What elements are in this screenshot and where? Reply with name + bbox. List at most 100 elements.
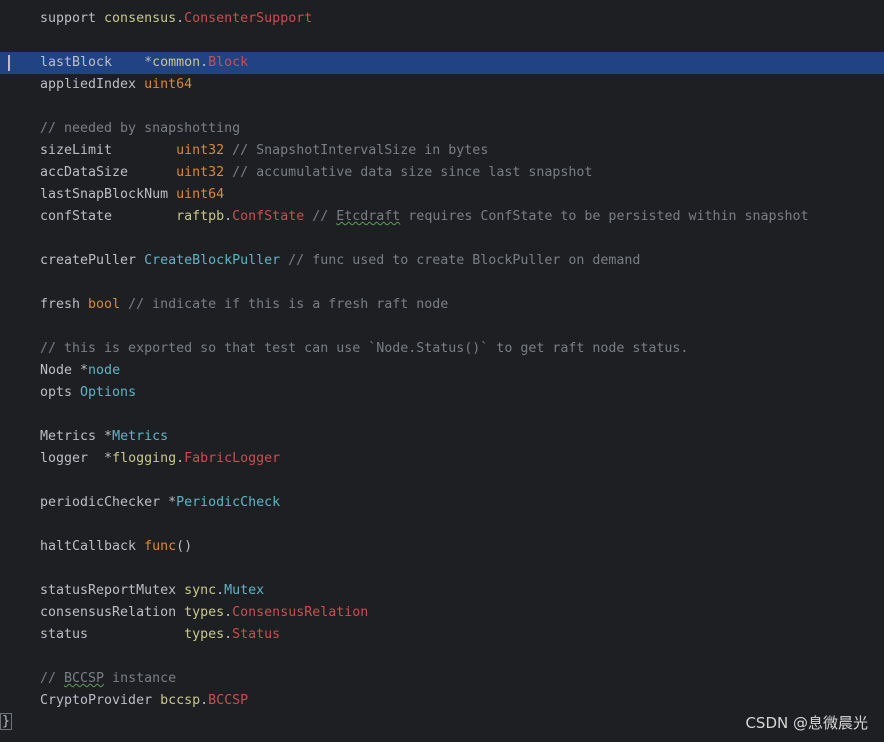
- code-token: BCCSP: [208, 693, 249, 708]
- code-text: support consensus.ConsenterSupport: [40, 8, 312, 30]
- code-token: Mutex: [224, 583, 265, 598]
- code-editor[interactable]: support consensus.ConsenterSupport lastBl…: [0, 0, 884, 742]
- code-line[interactable]: [0, 96, 884, 118]
- code-line[interactable]: status types.Status: [0, 624, 884, 646]
- code-token: .: [216, 583, 225, 598]
- code-line[interactable]: haltCallback func(): [0, 536, 884, 558]
- code-token: uint64: [144, 77, 193, 92]
- code-token: //: [304, 209, 337, 224]
- code-token: sync: [184, 583, 217, 598]
- code-line[interactable]: [0, 30, 884, 52]
- code-text: // BCCSP instance: [40, 668, 176, 690]
- code-line[interactable]: // needed by snapshotting: [0, 118, 884, 140]
- code-token: *: [104, 451, 113, 466]
- code-text: appliedIndex uint64: [40, 74, 192, 96]
- code-text: createPuller CreateBlockPuller // func u…: [40, 250, 640, 272]
- code-token: Node: [40, 363, 81, 378]
- code-text: consensusRelation types.ConsensusRelatio…: [40, 602, 368, 624]
- code-token: types: [184, 605, 225, 620]
- code-line[interactable]: logger *flogging.FabricLogger: [0, 448, 884, 470]
- code-token: // func used to create BlockPuller on de…: [280, 253, 641, 268]
- code-line[interactable]: lastBlock *common.Block: [0, 52, 884, 74]
- code-token: BCCSP: [64, 671, 105, 686]
- code-line[interactable]: statusReportMutex sync.Mutex: [0, 580, 884, 602]
- code-line[interactable]: periodicChecker *PeriodicCheck: [0, 492, 884, 514]
- code-text: // needed by snapshotting: [40, 118, 240, 140]
- code-token: opts: [40, 385, 81, 400]
- code-text: lastBlock *common.Block: [40, 52, 248, 74]
- code-text: opts Options: [40, 382, 136, 404]
- code-token: Metrics: [112, 429, 169, 444]
- code-token: raftpb: [176, 209, 225, 224]
- code-text: fresh bool // indicate if this is a fres…: [40, 294, 448, 316]
- code-line[interactable]: [0, 558, 884, 580]
- code-token: accDataSize: [40, 165, 177, 180]
- code-token: uint32: [176, 143, 225, 158]
- code-token: uint64: [176, 187, 225, 202]
- code-line[interactable]: [0, 514, 884, 536]
- code-line[interactable]: Metrics *Metrics: [0, 426, 884, 448]
- code-token: *: [168, 495, 177, 510]
- code-token: sizeLimit: [40, 143, 177, 158]
- code-token: consensusRelation: [40, 605, 185, 620]
- code-token: // needed by snapshotting: [40, 121, 241, 136]
- code-line[interactable]: Node *node: [0, 360, 884, 382]
- code-token: common: [152, 55, 201, 70]
- code-token: Status: [232, 627, 281, 642]
- closing-brace: }: [0, 711, 13, 733]
- code-line[interactable]: // this is exported so that test can use…: [0, 338, 884, 360]
- code-line[interactable]: support consensus.ConsenterSupport: [0, 8, 884, 30]
- code-token: appliedIndex: [40, 77, 145, 92]
- code-line[interactable]: consensusRelation types.ConsensusRelatio…: [0, 602, 884, 624]
- code-token: *: [80, 363, 89, 378]
- code-line[interactable]: sizeLimit uint32 // SnapshotIntervalSize…: [0, 140, 884, 162]
- code-token: periodicChecker: [40, 495, 169, 510]
- code-token: support: [40, 11, 105, 26]
- code-line[interactable]: [0, 404, 884, 426]
- code-line[interactable]: lastSnapBlockNum uint64: [0, 184, 884, 206]
- code-token: // indicate if this is a fresh raft node: [120, 297, 449, 312]
- code-line[interactable]: [0, 470, 884, 492]
- code-line[interactable]: appliedIndex uint64: [0, 74, 884, 96]
- code-token: .: [176, 11, 185, 26]
- code-text: periodicChecker *PeriodicCheck: [40, 492, 280, 514]
- code-token: haltCallback: [40, 539, 145, 554]
- code-line[interactable]: confState raftpb.ConfState // Etcdraft r…: [0, 206, 884, 228]
- code-token: statusReportMutex: [40, 583, 185, 598]
- code-token: Options: [80, 385, 137, 400]
- closing-brace-char: }: [0, 713, 13, 730]
- code-line[interactable]: [0, 646, 884, 668]
- code-line[interactable]: [0, 272, 884, 294]
- code-token: (): [176, 539, 193, 554]
- code-token: // this is exported so that test can use…: [40, 341, 689, 356]
- code-line[interactable]: [0, 228, 884, 250]
- code-token: ConsensusRelation: [232, 605, 369, 620]
- code-token: createPuller: [40, 253, 145, 268]
- code-token: status: [40, 627, 185, 642]
- code-line[interactable]: CryptoProvider bccsp.BCCSP: [0, 690, 884, 712]
- code-text: confState raftpb.ConfState // Etcdraft r…: [40, 206, 809, 228]
- code-token: func: [144, 539, 177, 554]
- code-token: lastSnapBlockNum: [40, 187, 177, 202]
- code-text: accDataSize uint32 // accumulative data …: [40, 162, 592, 184]
- text-caret: [8, 55, 10, 71]
- code-line[interactable]: opts Options: [0, 382, 884, 404]
- watermark: CSDN @息微晨光: [745, 714, 868, 732]
- code-token: uint32: [176, 165, 225, 180]
- code-text: sizeLimit uint32 // SnapshotIntervalSize…: [40, 140, 488, 162]
- code-line[interactable]: createPuller CreateBlockPuller // func u…: [0, 250, 884, 272]
- code-line[interactable]: accDataSize uint32 // accumulative data …: [0, 162, 884, 184]
- code-text: haltCallback func(): [40, 536, 192, 558]
- code-token: CreateBlockPuller: [144, 253, 281, 268]
- code-line[interactable]: [0, 316, 884, 338]
- code-token: Block: [208, 55, 249, 70]
- code-token: Metrics: [40, 429, 105, 444]
- code-line[interactable]: fresh bool // indicate if this is a fres…: [0, 294, 884, 316]
- code-line[interactable]: // BCCSP instance: [0, 668, 884, 690]
- code-token: //: [40, 671, 65, 686]
- code-token: node: [88, 363, 121, 378]
- code-token: // SnapshotIntervalSize in bytes: [224, 143, 489, 158]
- code-text: statusReportMutex sync.Mutex: [40, 580, 264, 602]
- code-token: *: [104, 429, 113, 444]
- code-token: ConsenterSupport: [184, 11, 313, 26]
